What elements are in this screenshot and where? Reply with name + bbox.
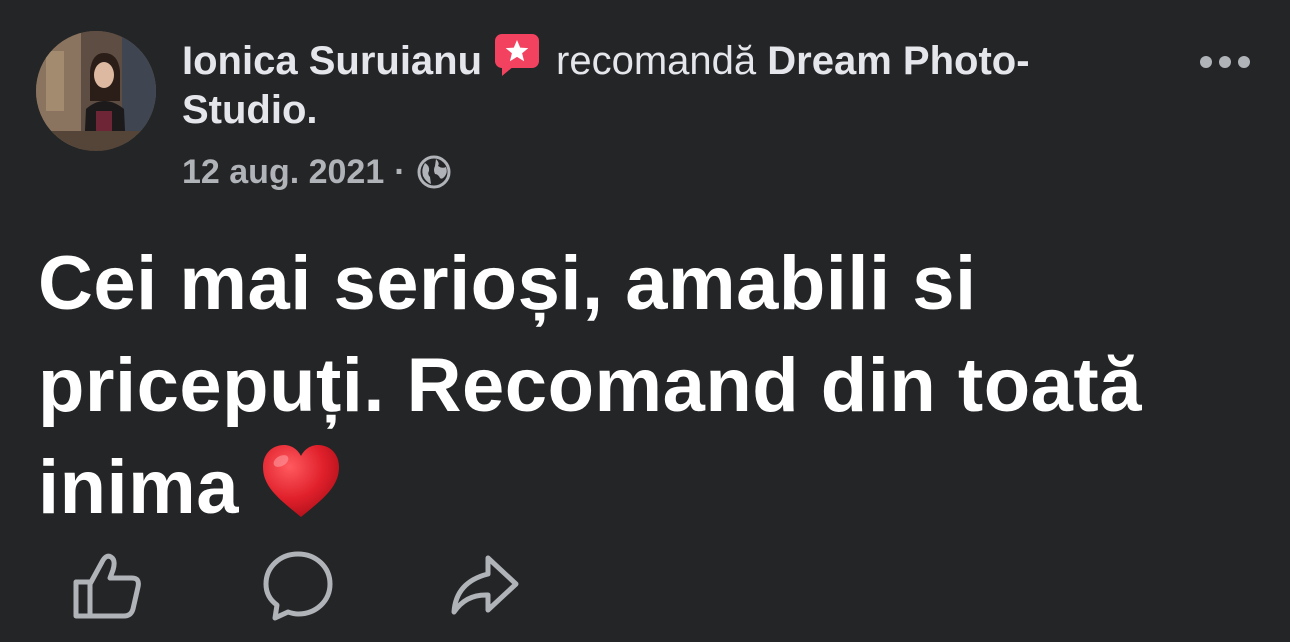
post-body: Cei mai serioși, amabili si pricepuți. R… [38, 233, 1188, 539]
recommend-star-icon [492, 32, 542, 78]
meta-separator: · [394, 153, 406, 191]
post-header: Ionica Suruianu recomandă Dream Photo-St… [182, 32, 1082, 135]
post-actions [70, 548, 522, 624]
more-options-icon[interactable] [1200, 50, 1250, 74]
red-heart-emoji [259, 441, 343, 521]
globe-icon [416, 154, 452, 190]
post-card: Ionica Suruianu recomandă Dream Photo-St… [0, 0, 1290, 642]
avatar[interactable] [36, 31, 156, 151]
share-arrow-icon[interactable] [446, 548, 522, 624]
post-date[interactable]: 12 aug. 2021 [182, 150, 384, 194]
post-body-text: Cei mai serioși, amabili si pricepuți. R… [38, 241, 1142, 530]
comment-bubble-icon[interactable] [260, 548, 336, 624]
recommend-verb: recomandă [556, 39, 757, 83]
author-name[interactable]: Ionica Suruianu [182, 39, 482, 83]
thumbs-up-icon[interactable] [70, 548, 146, 624]
post-meta: 12 aug. 2021 · [182, 150, 452, 194]
